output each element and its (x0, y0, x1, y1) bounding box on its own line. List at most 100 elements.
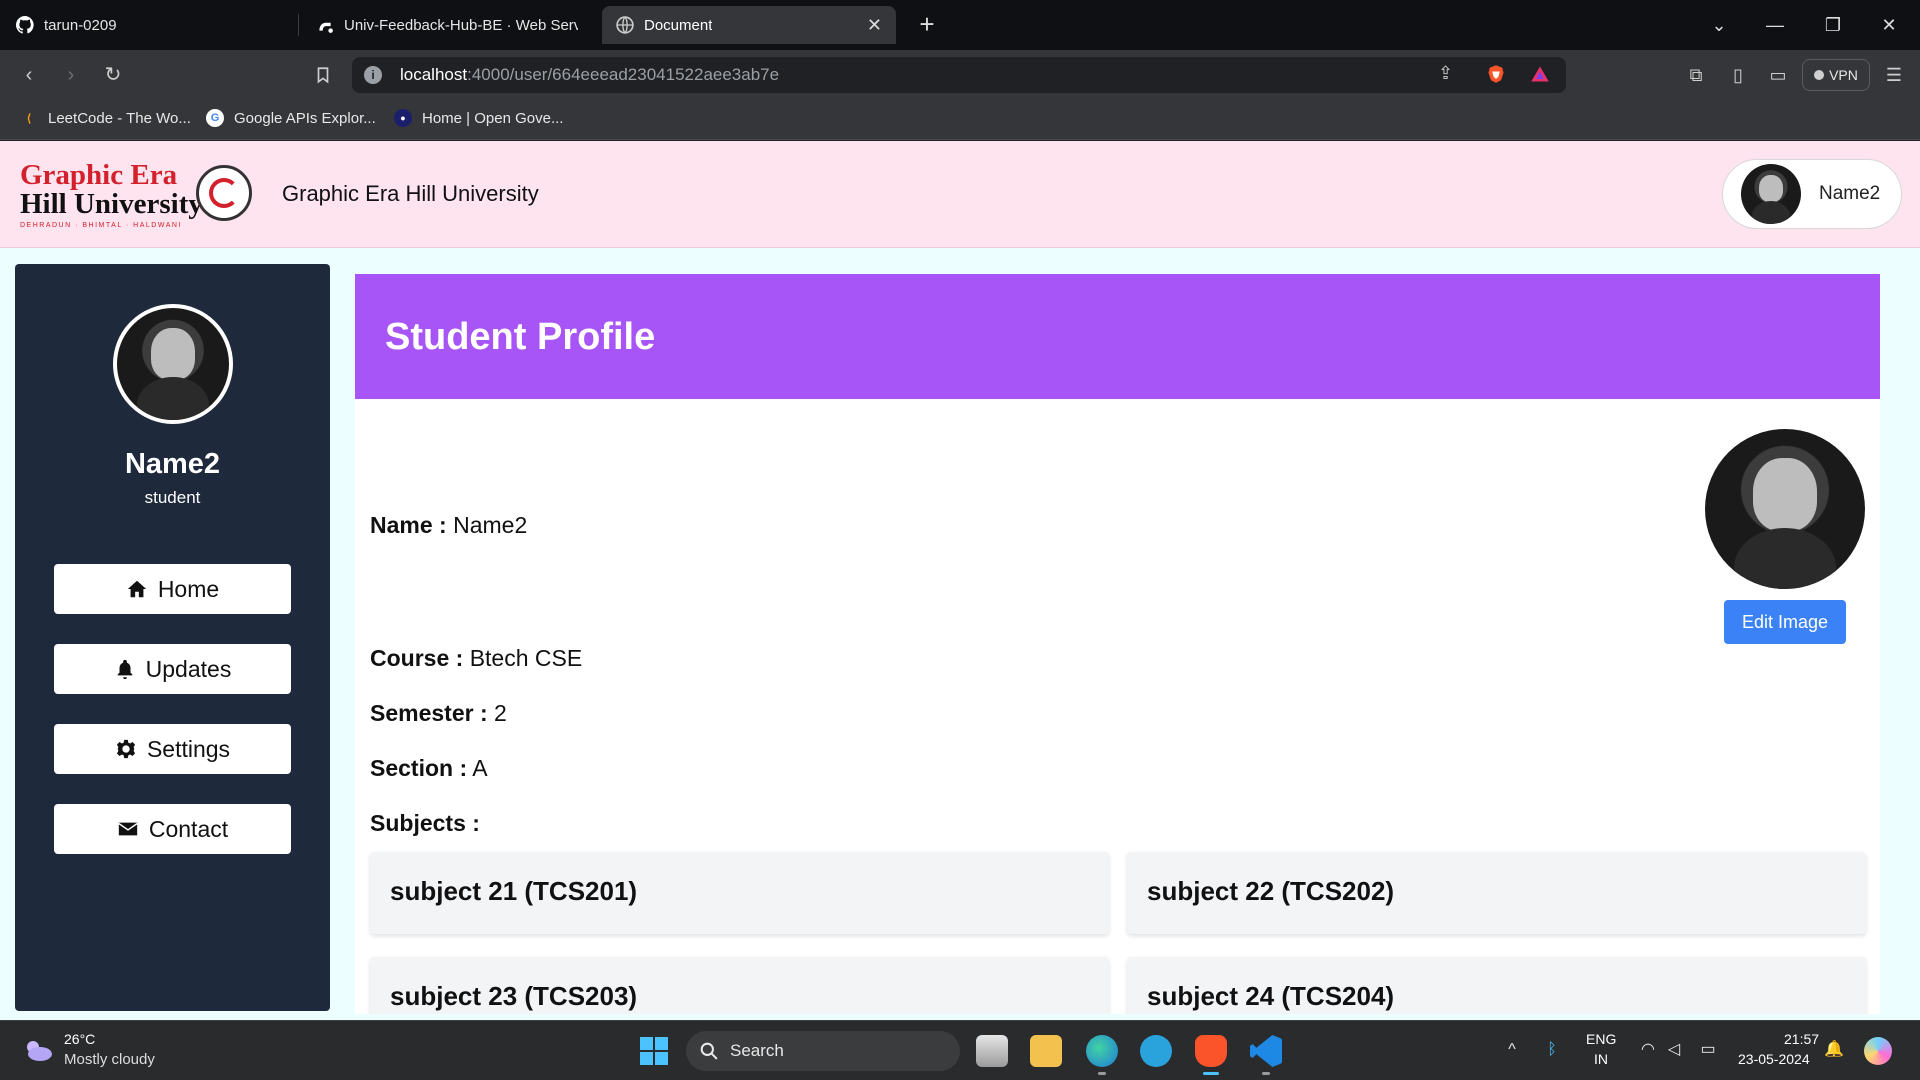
sidebar-item-updates[interactable]: Updates (54, 644, 291, 694)
close-tab-icon[interactable]: ✕ (867, 15, 882, 36)
gear-icon (116, 739, 136, 759)
university-seal-icon (196, 165, 252, 221)
reload-button[interactable]: ↻ (100, 62, 126, 88)
wallet-icon[interactable]: ▭ (1766, 63, 1790, 87)
tray-chevron-icon[interactable]: ^ (1502, 1040, 1522, 1060)
brave-rewards-icon[interactable] (1530, 63, 1550, 87)
profile-subjects-heading: Subjects : (370, 810, 480, 837)
sidebar-toggle-icon[interactable]: ▯ (1726, 63, 1750, 87)
task-view-icon[interactable] (976, 1035, 1008, 1067)
weather-temperature[interactable]: 26°C (64, 1031, 95, 1047)
share-icon[interactable]: ⇪ (1438, 63, 1453, 87)
subject-title: subject 24 (TCS204) (1147, 981, 1395, 1011)
weather-description[interactable]: Mostly cloudy (64, 1051, 155, 1068)
subject-card[interactable]: subject 22 (TCS202) (1127, 852, 1866, 934)
address-bar[interactable]: i localhost:4000/user/664eeead23041522ae… (352, 57, 1566, 93)
github-icon (16, 16, 34, 34)
site-info-icon[interactable]: i (364, 66, 382, 84)
sidebar-item-contact[interactable]: Contact (54, 804, 291, 854)
logo-line-3: DEHRADUN · BHIMTAL · HALDWANI (20, 222, 182, 229)
new-tab-button[interactable]: + (912, 10, 942, 40)
vpn-status-icon (1814, 70, 1825, 80)
tab-github[interactable]: tarun-0209 (2, 6, 292, 44)
page-title: Student Profile (385, 316, 656, 358)
sidebar-item-label: Contact (148, 815, 229, 842)
header-user-name: Name2 (1819, 183, 1881, 204)
clock-date[interactable]: 23-05-2024 (1738, 1051, 1810, 1067)
home-icon (127, 580, 146, 598)
bookmark-leetcode[interactable]: ⟨ LeetCode - The Wo... (20, 109, 191, 127)
sidebar-item-label: Settings (146, 735, 231, 762)
tab-document[interactable]: Document ✕ (602, 6, 896, 44)
globe-icon (616, 16, 634, 34)
wifi-icon[interactable]: ◠ (1638, 1040, 1658, 1060)
sidebar-item-label: Home (157, 575, 220, 602)
bookmark-icon[interactable] (310, 62, 336, 88)
name-label: Name : (370, 512, 447, 538)
user-menu[interactable]: Name2 (1722, 159, 1902, 229)
tab-search-chevron-icon[interactable]: ⌄ (1696, 10, 1742, 40)
weather-cloud-icon[interactable] (22, 1037, 54, 1063)
sidebar-item-home[interactable]: Home (54, 564, 291, 614)
taskbar-search[interactable]: Search (686, 1031, 960, 1071)
clock-time[interactable]: 21:57 (1784, 1031, 1819, 1047)
sidebar: Name2 student Home Updates Settings Cont… (15, 264, 330, 1011)
brave-shields-icon[interactable] (1486, 63, 1506, 87)
envelope-icon (118, 822, 138, 836)
name-value: Name2 (453, 512, 528, 538)
sidebar-user-role: student (144, 488, 201, 507)
telegram-icon[interactable] (1140, 1035, 1172, 1067)
brave-icon[interactable] (1195, 1035, 1227, 1067)
logo-line-2: Hill University (20, 188, 203, 220)
header-avatar (1741, 164, 1801, 224)
sidebar-item-label: Updates (145, 655, 232, 682)
vpn-button[interactable]: VPN (1802, 59, 1870, 91)
notification-bell-icon[interactable]: 🔔 (1824, 1040, 1844, 1060)
search-placeholder: Search (730, 1041, 784, 1060)
region-indicator[interactable]: IN (1594, 1051, 1608, 1067)
section-value: A (472, 755, 488, 781)
windows-start-icon[interactable] (640, 1037, 668, 1065)
tab-divider (298, 14, 299, 36)
web-page: Graphic Era Hill University DEHRADUN · B… (0, 141, 1920, 1020)
language-indicator[interactable]: ENG (1586, 1031, 1616, 1047)
profile-section-field: Section : A (370, 755, 488, 782)
bell-icon (117, 659, 132, 680)
close-window-button[interactable]: ✕ (1866, 10, 1912, 40)
subject-card[interactable]: subject 23 (TCS203) (370, 957, 1109, 1014)
leetcode-icon: ⟨ (26, 112, 32, 125)
search-icon (700, 1042, 718, 1060)
opengov-icon: ● (394, 109, 412, 127)
edit-image-button[interactable]: Edit Image (1724, 600, 1846, 644)
url-text[interactable]: localhost:4000/user/664eeead23041522aee3… (400, 65, 779, 85)
restore-button[interactable]: ❐ (1810, 10, 1856, 40)
vscode-icon[interactable] (1250, 1035, 1282, 1067)
extensions-icon[interactable]: ⧉ (1684, 63, 1708, 87)
menu-icon[interactable]: ☰ (1882, 63, 1906, 87)
volume-icon[interactable]: ◁ (1664, 1040, 1684, 1060)
subject-card[interactable]: subject 21 (TCS201) (370, 852, 1109, 934)
sidebar-item-settings[interactable]: Settings (54, 724, 291, 774)
browser-toolbar: ‹ › ↻ i localhost:4000/user/664eeead2304… (0, 50, 1920, 100)
file-explorer-icon[interactable] (1030, 1035, 1062, 1067)
vpn-label: VPN (1829, 67, 1858, 83)
university-logo[interactable]: Graphic Era Hill University DEHRADUN · B… (20, 161, 203, 230)
minimize-button[interactable]: — (1752, 10, 1798, 40)
subject-title: subject 23 (TCS203) (390, 981, 638, 1011)
bookmark-google-apis[interactable]: G Google APIs Explor... (206, 109, 376, 127)
bookmark-open-gov[interactable]: ● Home | Open Gove... (394, 109, 563, 127)
forward-button[interactable]: › (58, 62, 84, 88)
site-header: Graphic Era Hill University DEHRADUN · B… (0, 141, 1920, 248)
tab-render[interactable]: Univ-Feedback-Hub-BE · Web Servic (302, 6, 592, 44)
profile-semester-field: Semester : 2 (370, 700, 507, 727)
bluetooth-icon[interactable]: ᛒ (1542, 1040, 1562, 1060)
battery-icon[interactable]: ▭ (1698, 1040, 1718, 1060)
semester-value: 2 (494, 700, 507, 726)
profile-course-field: Course : Btech CSE (370, 645, 582, 672)
edge-icon[interactable] (1086, 1035, 1118, 1067)
browser-tab-strip: tarun-0209 Univ-Feedback-Hub-BE · Web Se… (0, 0, 1920, 50)
url-host: localhost (400, 65, 468, 84)
subject-card[interactable]: subject 24 (TCS204) (1127, 957, 1866, 1014)
back-button[interactable]: ‹ (16, 62, 42, 88)
copilot-icon[interactable] (1864, 1037, 1892, 1065)
